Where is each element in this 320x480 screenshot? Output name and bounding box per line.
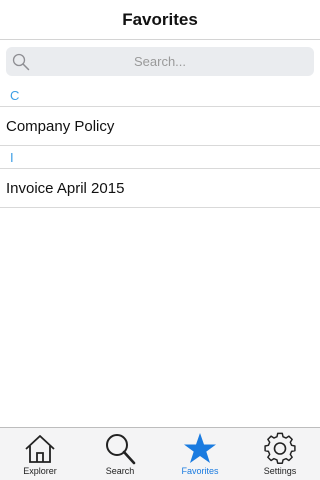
search-bar: [0, 40, 320, 84]
search-icon: [12, 53, 30, 71]
tab-label: Explorer: [23, 466, 57, 476]
search-field[interactable]: [6, 47, 314, 76]
tab-bar: Explorer Search Favorites Settings: [0, 427, 320, 480]
home-icon: [25, 435, 55, 463]
section-letter: I: [10, 149, 14, 165]
tab-label: Favorites: [181, 466, 219, 476]
tab-settings[interactable]: Settings: [240, 428, 320, 480]
page-title: Favorites: [122, 9, 198, 29]
tab-search[interactable]: Search: [80, 428, 160, 480]
nav-bar: Favorites: [0, 0, 320, 40]
tab-label: Search: [105, 466, 135, 476]
list-item-invoice-april-2015[interactable]: Invoice April 2015: [0, 169, 320, 208]
section-header-c: C: [0, 84, 320, 107]
list-item-company-policy[interactable]: Company Policy: [0, 107, 320, 146]
search-input[interactable]: [6, 47, 314, 76]
gear-icon: [264, 432, 296, 464]
section-header-i: I: [0, 146, 320, 169]
list-item-label: Invoice April 2015: [6, 179, 125, 197]
tab-explorer[interactable]: Explorer: [0, 428, 80, 480]
list-item-label: Company Policy: [6, 117, 115, 135]
section-letter: C: [10, 87, 20, 103]
favorites-list: C Company Policy I Invoice April 2015: [0, 84, 320, 208]
tab-label: Settings: [263, 466, 297, 476]
star-icon: [184, 433, 216, 463]
tab-favorites[interactable]: Favorites: [160, 428, 240, 480]
magnifier-icon: [106, 434, 136, 465]
